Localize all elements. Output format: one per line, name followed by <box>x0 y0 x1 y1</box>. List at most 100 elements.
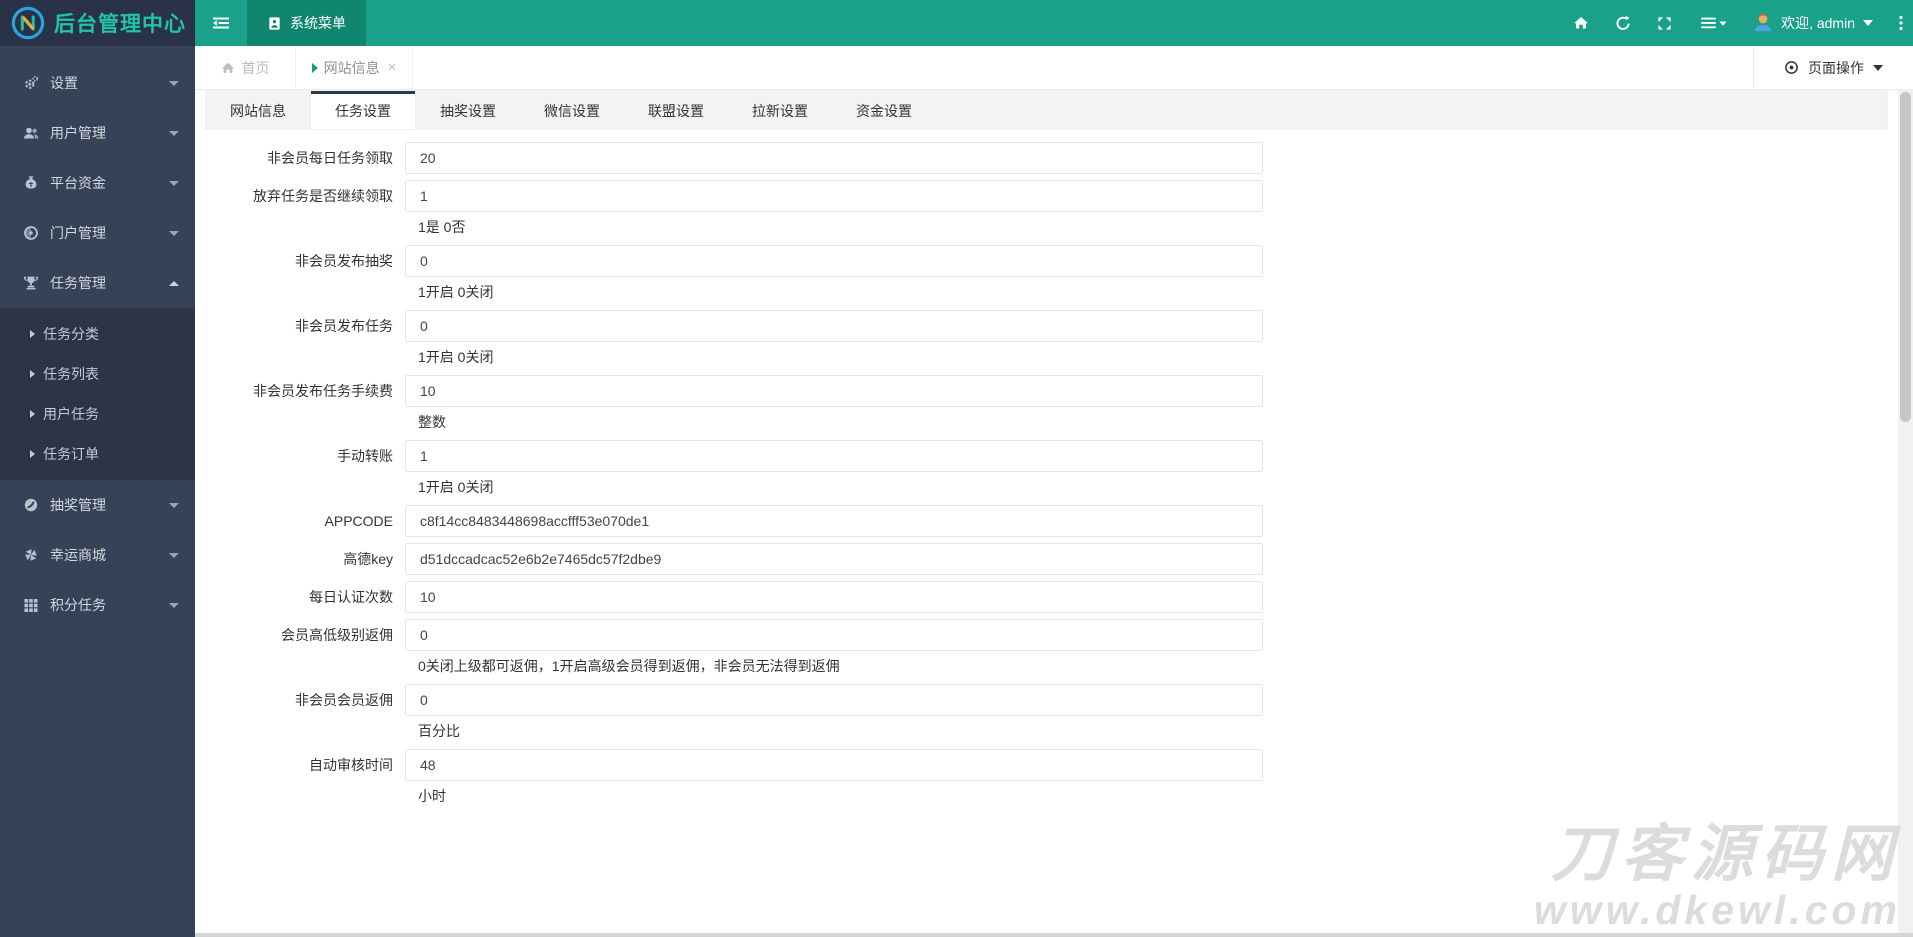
vertical-scrollbar[interactable] <box>1898 90 1913 937</box>
app-logo-icon <box>11 6 45 40</box>
chevron-down-icon <box>169 80 179 86</box>
fullscreen-button[interactable] <box>1644 0 1685 46</box>
chevron-down-icon <box>169 552 179 558</box>
portal-icon <box>23 225 41 241</box>
form-input-9[interactable] <box>405 581 1263 613</box>
refresh-icon <box>1615 15 1631 31</box>
form-row: 会员高低级别返佣 0关闭上级都可返佣，1开启高级会员得到返佣，非会员无法得到返佣 <box>205 619 1888 678</box>
system-menu-icon <box>267 16 282 31</box>
form-input-11[interactable] <box>405 684 1263 716</box>
settings-tab-3[interactable]: 微信设置 <box>520 91 624 129</box>
lottery-icon <box>23 497 41 513</box>
home-icon <box>1573 15 1589 31</box>
settings-card: 网站信息任务设置抽奖设置微信设置联盟设置拉新设置资金设置 非会员每日任务领取放弃… <box>205 90 1888 808</box>
form-hint: 1开启 0关闭 <box>418 284 494 300</box>
arrow-right-icon <box>30 410 35 418</box>
form-hint: 1开启 0关闭 <box>418 349 494 365</box>
settings-form: 非会员每日任务领取放弃任务是否继续领取1是 0否非会员发布抽奖1开启 0关闭非会… <box>205 130 1888 808</box>
form-input-6[interactable] <box>405 440 1263 472</box>
collapse-sidebar-button[interactable] <box>195 0 247 46</box>
sidebar: 设置 用户管理平台资金门户管理任务管理任务分类 任务列表 用户任务任务订单抽奖管理幸运… <box>0 46 195 937</box>
form-label: 非会员发布任务 <box>295 318 393 334</box>
form-input-12[interactable] <box>405 749 1263 781</box>
settings-tab-5[interactable]: 拉新设置 <box>728 91 832 129</box>
sidebar-item-points-task[interactable]: 积分任务 <box>0 580 195 630</box>
form-input-7[interactable] <box>405 505 1263 537</box>
main-area: 首页 网站信息 × 页面操作 网站信息 任务设置 抽奖设置 微信设置 联盟设置 拉新设置资… <box>195 46 1913 937</box>
task-icon <box>23 275 41 291</box>
form-hint: 百分比 <box>418 723 460 739</box>
chevron-down-icon <box>169 230 179 236</box>
sidebar-subitem-user-task[interactable]: 用户任务 <box>0 394 195 434</box>
arrow-right-icon <box>30 330 35 338</box>
sidebar-item-settings[interactable]: 设置 <box>0 58 195 108</box>
form-row: 非会员发布抽奖 1开启 0关闭 <box>205 245 1888 304</box>
form-input-4[interactable] <box>405 310 1263 342</box>
arrow-right-icon <box>30 370 35 378</box>
form-label: 每日认证次数 <box>309 589 393 605</box>
refresh-button[interactable] <box>1602 0 1644 46</box>
form-label: 非会员会员返佣 <box>295 692 393 708</box>
form-input-5[interactable] <box>405 375 1263 407</box>
sidebar-subitem-task-order[interactable]: 任务订单 <box>0 434 195 474</box>
form-input-8[interactable] <box>405 543 1263 575</box>
close-icon[interactable]: × <box>388 59 397 76</box>
settings-tab-4[interactable]: 联盟设置 <box>624 91 728 129</box>
breadcrumb: 首页 网站信息 × 页面操作 <box>195 46 1913 90</box>
logo-area: 后台管理中心 <box>0 0 195 46</box>
settings-tab-0[interactable]: 网站信息 <box>206 91 310 129</box>
scrollbar-thumb[interactable] <box>1900 92 1911 422</box>
page-actions-button[interactable]: 页面操作 <box>1753 46 1913 89</box>
settings-tab-2[interactable]: 抽奖设置 <box>416 91 520 129</box>
user-menu[interactable]: 欢迎, admin <box>1743 13 1883 33</box>
form-input-3[interactable] <box>405 245 1263 277</box>
form-input-1[interactable] <box>405 142 1263 174</box>
sidebar-subitem-task-list[interactable]: 任务列表 <box>0 354 195 394</box>
form-label: 非会员发布任务手续费 <box>253 383 393 399</box>
open-page-tab[interactable]: 网站信息 × <box>295 46 413 89</box>
system-menu-tab[interactable]: 系统菜单 <box>247 0 366 46</box>
form-input-2[interactable] <box>405 180 1263 212</box>
form-label: 放弃任务是否继续领取 <box>253 188 393 204</box>
sidebar-item-label: 平台资金 <box>50 175 106 191</box>
breadcrumb-home-label: 首页 <box>241 59 270 76</box>
topbar: 后台管理中心 系统菜单 欢迎, admin <box>0 0 1913 46</box>
form-row: APPCODE <box>205 505 1888 537</box>
form-label: 高德key <box>343 551 393 567</box>
sidebar-item-label: 门户管理 <box>50 225 106 241</box>
form-row: 每日认证次数 <box>205 581 1888 613</box>
app-title: 后台管理中心 <box>54 13 186 36</box>
nav-menu-button[interactable] <box>1685 0 1743 46</box>
sidebar-item-portal-management[interactable]: 门户管理 <box>0 208 195 258</box>
gear-icon <box>23 75 41 91</box>
form-input-10[interactable] <box>405 619 1263 651</box>
form-row: 非会员发布任务手续费整数 <box>205 375 1888 434</box>
sidebar-item-label: 幸运商城 <box>50 547 106 563</box>
sidebar-subitem-label: 任务订单 <box>43 446 99 462</box>
chevron-down-icon <box>169 602 179 608</box>
breadcrumb-home[interactable]: 首页 <box>195 46 295 89</box>
form-hint: 0关闭上级都可返佣，1开启高级会员得到返佣，非会员无法得到返佣 <box>418 658 840 674</box>
home-button[interactable] <box>1560 0 1602 46</box>
form-label: 自动审核时间 <box>309 757 393 773</box>
settings-tab-6[interactable]: 资金设置 <box>832 91 936 129</box>
chevron-down-icon <box>1873 64 1883 71</box>
sidebar-subitem-task-category[interactable]: 任务分类 <box>0 314 195 354</box>
more-options-button[interactable] <box>1883 0 1913 46</box>
settings-tab-1[interactable]: 任务设置 <box>310 91 416 129</box>
form-row: 手动转账 1开启 0关闭 <box>205 440 1888 499</box>
chevron-down-icon <box>169 130 179 136</box>
arrow-right-icon <box>30 450 35 458</box>
content-panel: 网站信息任务设置抽奖设置微信设置联盟设置拉新设置资金设置 非会员每日任务领取放弃… <box>195 90 1898 937</box>
form-label: APPCODE <box>324 513 393 529</box>
form-row: 放弃任务是否继续领取 1是 0否 <box>205 180 1888 239</box>
sidebar-item-user-management[interactable]: 用户管理 <box>0 108 195 158</box>
sidebar-item-label: 积分任务 <box>50 597 106 613</box>
sidebar-item-platform-funds[interactable]: 平台资金 <box>0 158 195 208</box>
settings-tab-bar: 网站信息 任务设置 抽奖设置 微信设置 联盟设置 拉新设置 资金设置 <box>205 90 1888 130</box>
sidebar-item-lucky-mall[interactable]: 幸运商城 <box>0 530 195 580</box>
sidebar-item-task-management[interactable]: 任务管理 <box>0 258 195 308</box>
open-page-tab-label: 网站信息 <box>323 59 380 76</box>
sidebar-item-lottery-management[interactable]: 抽奖管理 <box>0 480 195 530</box>
